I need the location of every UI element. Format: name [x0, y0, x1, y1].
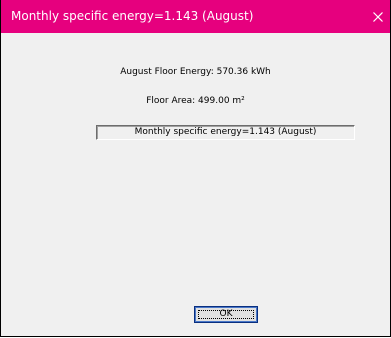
close-icon	[373, 12, 383, 22]
floor-energy-label: August Floor Energy: 570.36 kWh	[120, 67, 271, 77]
close-button[interactable]	[368, 0, 390, 33]
ok-button-label: OK	[219, 309, 233, 319]
specific-energy-result-field: Monthly specific energy=1.143 (August)	[96, 125, 355, 140]
floor-area-label: Floor Area: 499.00 m²	[146, 96, 245, 106]
ok-button[interactable]: OK	[194, 306, 258, 323]
window-title: Monthly specific energy=1.143 (August)	[11, 9, 254, 23]
dialog-body: August Floor Energy: 570.36 kWh Floor Ar…	[1, 33, 390, 336]
dialog-window: Monthly specific energy=1.143 (August) A…	[0, 0, 391, 337]
title-bar[interactable]: Monthly specific energy=1.143 (August)	[1, 0, 390, 33]
